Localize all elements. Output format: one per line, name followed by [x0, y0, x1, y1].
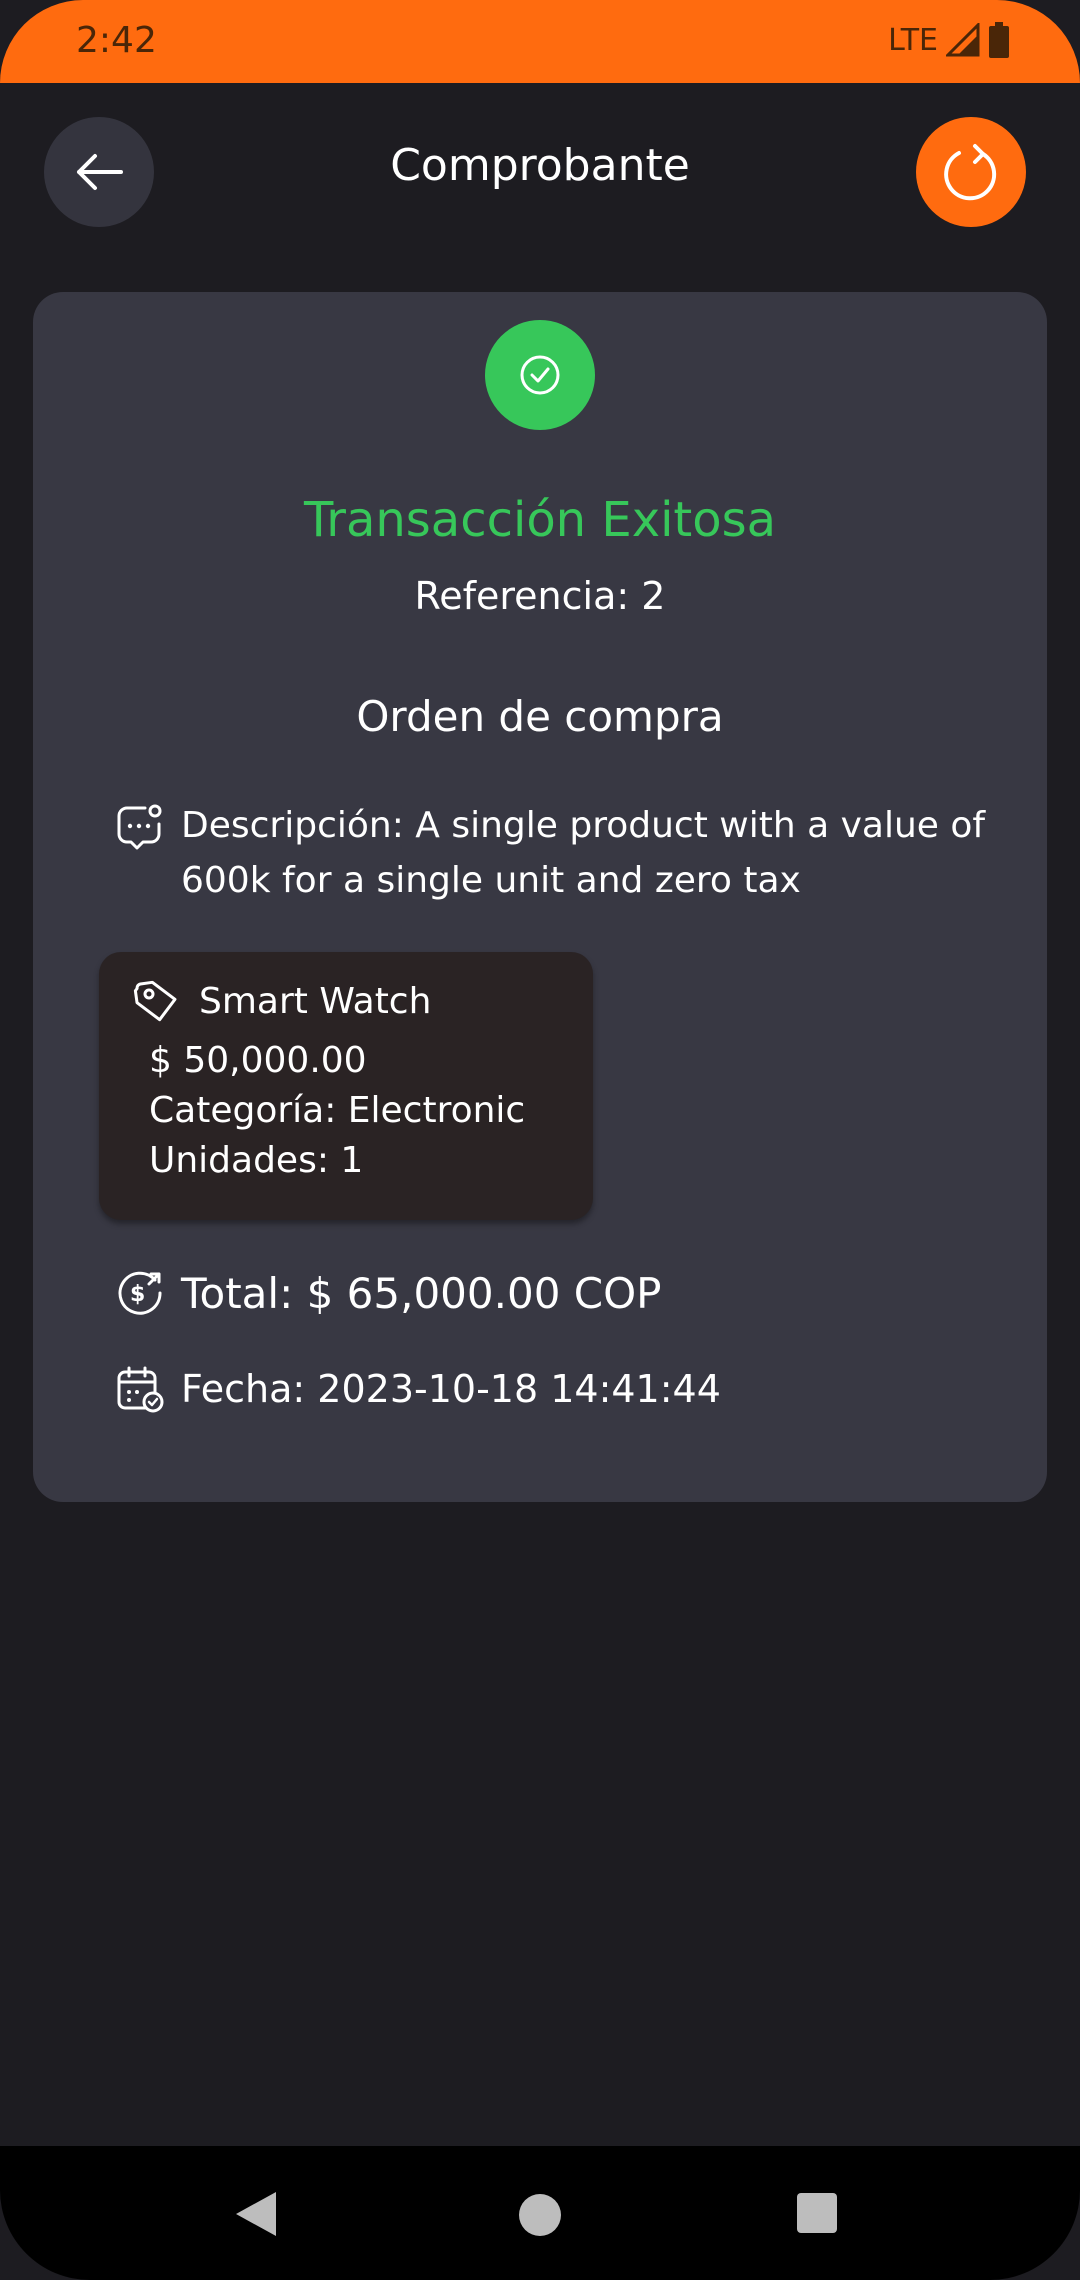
product-units: Unidades: 1 — [149, 1140, 364, 1181]
reference-number: Referencia: 2 — [414, 574, 666, 618]
product-price: $ 50,000.00 — [149, 1040, 367, 1081]
order-date: Fecha: 2023-10-18 14:41:44 — [181, 1367, 721, 1411]
order-description: Descripción: A single product with a val… — [181, 805, 986, 901]
refresh-button[interactable] — [916, 117, 1026, 227]
nav-back-button[interactable] — [236, 2192, 276, 2236]
refresh-icon — [944, 144, 997, 201]
status-bar: 2:42 LTE — [0, 0, 1080, 83]
transaction-status: Transacción Exitosa — [303, 492, 777, 548]
system-nav-bar — [0, 2146, 1080, 2280]
product-card: Smart Watch $ 50,000.00 Categoría: Elect… — [99, 952, 593, 1220]
battery-icon — [989, 22, 1009, 58]
nav-recents-button[interactable] — [797, 2193, 837, 2233]
order-total: Total: $ 65,000.00 COP — [181, 1268, 662, 1318]
description-row: Descripción: A single product with a val… — [115, 798, 995, 908]
calendar-check-icon — [117, 1366, 164, 1413]
svg-text:$: $ — [130, 1282, 145, 1307]
receipt-card: Transacción Exitosa Referencia: 2 Orden … — [33, 292, 1047, 1502]
status-time: 2:42 — [76, 20, 157, 61]
product-name: Smart Watch — [199, 980, 432, 1022]
dollar-circle-icon: $ — [118, 1271, 162, 1315]
status-icons: LTE — [888, 22, 1010, 58]
message-dots-icon — [117, 804, 162, 850]
product-category: Categoría: Electronic — [149, 1090, 526, 1131]
screen: 2:42 LTE Comprobante Transacción Exitosa… — [0, 0, 1080, 2280]
order-title: Orden de compra — [356, 692, 724, 741]
network-label: LTE — [888, 22, 938, 58]
check-circle-icon — [520, 355, 560, 395]
tag-icon — [133, 980, 177, 1022]
product-name-row: Smart Watch — [133, 978, 431, 1024]
nav-home-button[interactable] — [519, 2194, 561, 2236]
date-row: Fecha: 2023-10-18 14:41:44 — [115, 1364, 721, 1414]
signal-icon — [946, 23, 980, 57]
success-badge — [485, 320, 595, 430]
total-row: $ Total: $ 65,000.00 COP — [115, 1268, 661, 1318]
